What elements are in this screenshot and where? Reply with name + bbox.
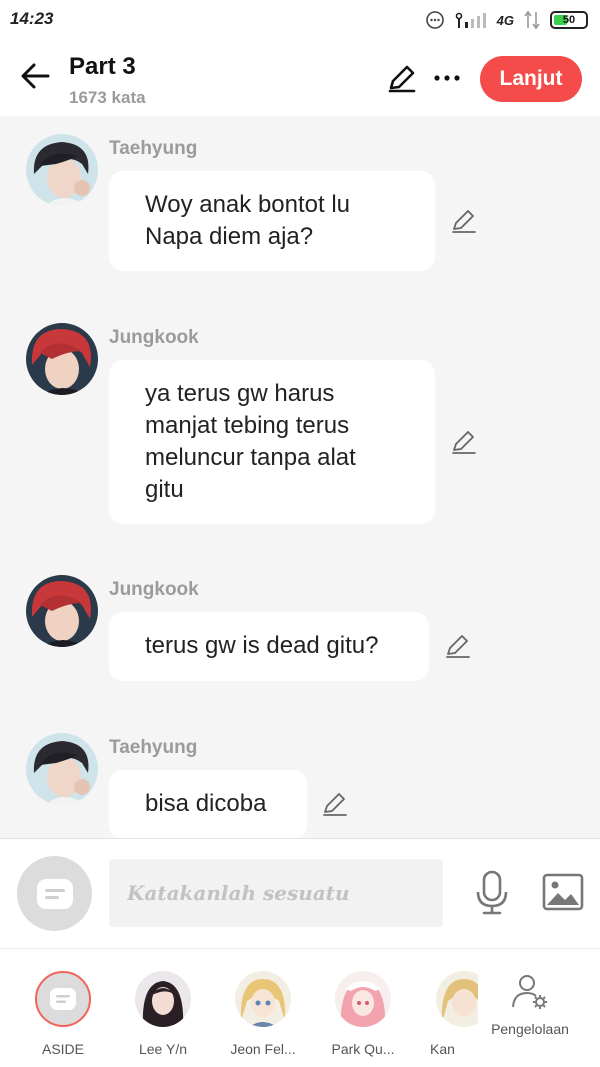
sender-name: Taehyung bbox=[109, 737, 198, 758]
next-button[interactable]: Lanjut bbox=[480, 56, 582, 102]
network-type: 4G bbox=[496, 12, 514, 28]
character-kan[interactable]: Kan bbox=[418, 971, 478, 1057]
character-aside[interactable]: ASIDE bbox=[18, 971, 108, 1057]
more-dots-icon bbox=[434, 75, 460, 81]
message-input[interactable] bbox=[109, 859, 443, 927]
battery-icon: 50 bbox=[550, 11, 588, 29]
avatar-image bbox=[26, 134, 98, 206]
character-avatar bbox=[436, 971, 478, 1027]
microphone-icon bbox=[476, 870, 508, 915]
avatar-image bbox=[135, 971, 191, 1027]
avatar-image bbox=[436, 971, 478, 1027]
status-icons: 4G 50 bbox=[425, 8, 588, 32]
avatar-taehyung[interactable] bbox=[26, 733, 98, 805]
status-time: 14:23 bbox=[10, 9, 54, 28]
character-avatar bbox=[335, 971, 391, 1027]
data-transfer-icon bbox=[524, 10, 540, 30]
word-count: 1673 kata bbox=[69, 88, 146, 107]
pencil-icon bbox=[452, 431, 476, 454]
character-avatar bbox=[235, 971, 291, 1027]
edit-title-button[interactable] bbox=[386, 62, 418, 94]
app-header: Part 3 1673 kata Lanjut bbox=[0, 40, 600, 116]
message-input-bar bbox=[0, 838, 600, 948]
pencil-icon bbox=[446, 635, 470, 658]
pencil-icon bbox=[452, 210, 476, 233]
message-bubble[interactable]: ya terus gw harus manjat tebing terus me… bbox=[109, 360, 435, 524]
arrow-left-icon bbox=[21, 63, 50, 89]
character-bar: ASIDE Lee Y/n Jeon Fel... Park Qu... Kan… bbox=[0, 948, 600, 1067]
sender-name: Jungkook bbox=[109, 327, 199, 348]
page-title: Part 3 bbox=[69, 53, 136, 80]
avatar-image bbox=[26, 323, 98, 395]
comment-icon bbox=[50, 988, 76, 1010]
avatar-image bbox=[26, 575, 98, 647]
voice-button[interactable] bbox=[474, 870, 510, 916]
character-label: Lee Y/n bbox=[138, 1041, 187, 1057]
more-options-button[interactable] bbox=[430, 62, 464, 94]
aside-toggle-button[interactable] bbox=[17, 856, 92, 931]
avatar-image bbox=[235, 971, 291, 1027]
message-bubble[interactable]: terus gw is dead gitu? bbox=[109, 612, 429, 681]
image-icon bbox=[542, 873, 584, 911]
character-label: Jeon Fel... bbox=[230, 1041, 296, 1057]
manage-characters-button[interactable]: Pengelolaan bbox=[480, 971, 580, 1037]
character-park[interactable]: Park Qu... bbox=[318, 971, 408, 1057]
aside-avatar bbox=[35, 971, 91, 1027]
edit-message-button[interactable] bbox=[450, 207, 478, 235]
character-label: Park Qu... bbox=[331, 1041, 395, 1057]
sender-name: Jungkook bbox=[109, 579, 199, 600]
edit-message-button[interactable] bbox=[321, 790, 349, 818]
pencil-icon bbox=[388, 65, 416, 93]
edit-message-button[interactable] bbox=[450, 428, 478, 456]
message-bubble[interactable]: Woy anak bontot lu Napa diem aja? bbox=[109, 171, 435, 271]
character-avatar bbox=[135, 971, 191, 1027]
battery-level: 50 bbox=[562, 14, 576, 26]
character-label: ASIDE bbox=[41, 1041, 84, 1057]
avatar-image bbox=[335, 971, 391, 1027]
chat-area[interactable]: Taehyung Woy anak bontot lu Napa diem aj… bbox=[0, 116, 600, 838]
notification-icon bbox=[425, 11, 444, 29]
comment-icon bbox=[36, 878, 73, 909]
avatar-jungkook[interactable] bbox=[26, 575, 98, 647]
avatar-jungkook[interactable] bbox=[26, 323, 98, 395]
status-bar: 14:23 4G 50 bbox=[0, 0, 600, 40]
character-lee[interactable]: Lee Y/n bbox=[118, 971, 208, 1057]
user-settings-icon bbox=[512, 975, 547, 1009]
edit-message-button[interactable] bbox=[444, 632, 472, 660]
pencil-icon bbox=[323, 793, 347, 816]
avatar-image bbox=[26, 733, 98, 805]
character-label: Kan bbox=[430, 1041, 455, 1057]
sender-name: Taehyung bbox=[109, 138, 198, 159]
image-button[interactable] bbox=[542, 873, 584, 911]
character-jeon[interactable]: Jeon Fel... bbox=[218, 971, 308, 1057]
signal-icon bbox=[455, 12, 486, 28]
avatar-taehyung[interactable] bbox=[26, 134, 98, 206]
message-bubble[interactable]: bisa dicoba bbox=[109, 770, 307, 838]
manage-label: Pengelolaan bbox=[491, 1021, 569, 1037]
back-button[interactable] bbox=[18, 58, 54, 94]
